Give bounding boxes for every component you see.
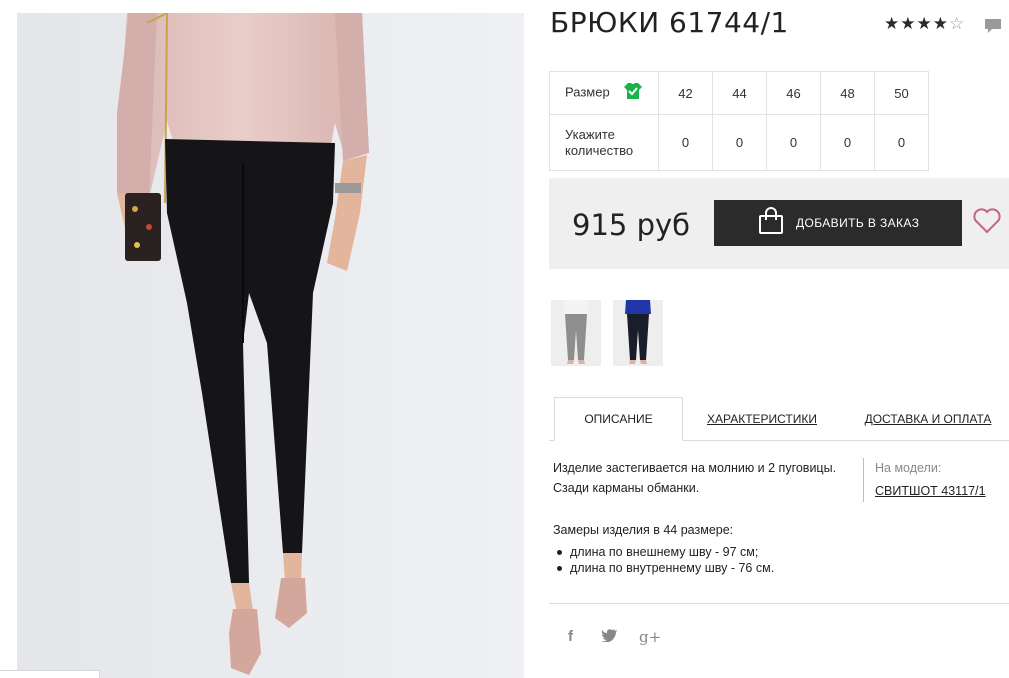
heart-icon[interactable]	[973, 208, 1001, 239]
description-text: Изделие застегивается на молнию и 2 пуго…	[553, 461, 837, 495]
shopping-bag-icon	[758, 206, 784, 240]
size-option-44[interactable]: 44	[712, 71, 767, 115]
product-main-image[interactable]	[17, 13, 524, 678]
on-model-label: На модели:	[875, 461, 942, 475]
quantity-input-42[interactable]: 0	[658, 114, 713, 171]
thumbnail-navy-trousers[interactable]	[613, 300, 663, 366]
size-table: Размер 42 44 46 48 50 Укажите количество…	[549, 71, 929, 171]
size-option-50[interactable]: 50	[874, 71, 929, 115]
quantity-input-50[interactable]: 0	[874, 114, 929, 171]
size-option-46[interactable]: 46	[766, 71, 821, 115]
shirt-check-icon[interactable]	[623, 82, 643, 104]
google-plus-icon[interactable]: g+	[639, 628, 661, 646]
add-to-order-label: ДОБАВИТЬ В ЗАКАЗ	[796, 216, 920, 230]
quantity-input-46[interactable]: 0	[766, 114, 821, 171]
purchase-panel: 915 руб ДОБАВИТЬ В ЗАКАЗ	[549, 178, 1009, 269]
quantity-label: Укажите количество	[549, 114, 659, 171]
image-frame-corner	[0, 670, 100, 678]
measure-item: длина по внешнему шву - 97 см;	[553, 544, 774, 560]
tab-delivery-payment[interactable]: ДОСТАВКА И ОПЛАТА	[858, 397, 998, 441]
on-model-link[interactable]: СВИТШОТ 43117/1	[875, 484, 986, 498]
product-title: БРЮКИ 61744/1	[550, 6, 789, 39]
thumbnail-grey-trousers[interactable]	[551, 300, 601, 366]
rating-stars[interactable]: ★★★★☆	[884, 14, 965, 34]
on-model-block: На модели: СВИТШОТ 43117/1	[863, 458, 986, 502]
quantity-input-48[interactable]: 0	[820, 114, 875, 171]
size-option-42[interactable]: 42	[658, 71, 713, 115]
measures-block: Замеры изделия в 44 размере: длина по вн…	[553, 522, 774, 576]
twitter-icon[interactable]	[601, 628, 618, 646]
measures-title: Замеры изделия в 44 размере:	[553, 523, 734, 537]
size-label: Размер	[565, 84, 610, 100]
add-to-order-button[interactable]: ДОБАВИТЬ В ЗАКАЗ	[714, 200, 962, 246]
size-option-48[interactable]: 48	[820, 71, 875, 115]
facebook-icon[interactable]: f	[568, 628, 573, 645]
quantity-input-44[interactable]: 0	[712, 114, 767, 171]
measures-list: длина по внешнему шву - 97 см; длина по …	[553, 544, 774, 576]
tab-description[interactable]: ОПИСАНИЕ	[554, 397, 683, 441]
comment-icon[interactable]	[984, 18, 1002, 40]
tab-characteristics[interactable]: ХАРАКТЕРИСТИКИ	[700, 397, 824, 441]
price: 915 руб	[572, 208, 691, 242]
size-row-label: Размер	[549, 71, 659, 115]
star-empty-icon: ☆	[948, 14, 966, 34]
star-icon: ★★★★	[884, 14, 949, 34]
measure-item: длина по внутреннему шву - 76 см.	[553, 560, 774, 576]
social-divider	[549, 603, 1009, 604]
